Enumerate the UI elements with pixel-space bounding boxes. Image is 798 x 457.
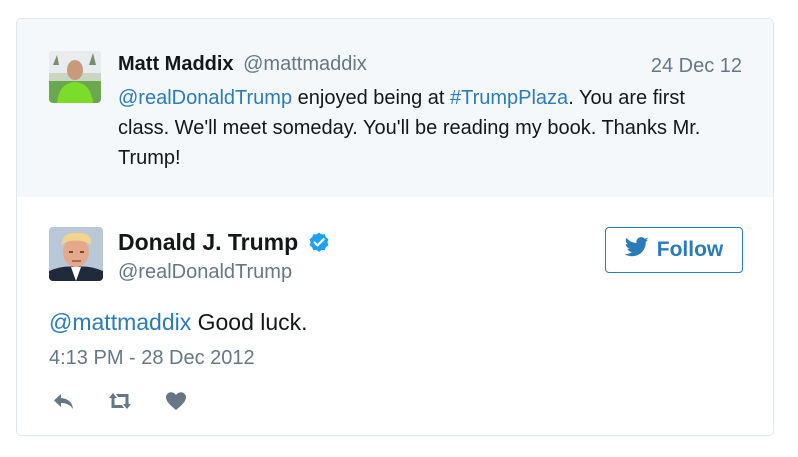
tweet-body: Good luck. — [191, 309, 308, 335]
avatar[interactable] — [49, 51, 101, 103]
tweet-text: @mattmaddix Good luck. — [49, 309, 308, 336]
tweet-author-handle[interactable]: @realDonaldTrump — [118, 261, 292, 284]
reply-date[interactable]: 24 Dec 12 — [651, 55, 742, 78]
reply-author-name[interactable]: Matt Maddix — [118, 53, 234, 75]
embedded-tweet-card: Matt Maddix @mattmaddix 24 Dec 12 @realD… — [16, 18, 774, 436]
tweet-actions — [49, 389, 191, 413]
in-reply-to-tweet[interactable]: Matt Maddix @mattmaddix 24 Dec 12 @realD… — [17, 19, 773, 197]
retweet-icon[interactable] — [105, 389, 135, 413]
avatar[interactable] — [49, 227, 103, 281]
like-heart-icon[interactable] — [161, 389, 191, 413]
reply-author-row: Matt Maddix @mattmaddix — [118, 53, 367, 76]
tweet-author-name[interactable]: Donald J. Trump — [118, 229, 298, 255]
tweet-author-row: Donald J. Trump — [118, 229, 331, 256]
twitter-bird-icon — [624, 237, 649, 263]
tweet-timestamp[interactable]: 4:13 PM - 28 Dec 2012 — [49, 347, 255, 370]
verified-badge-icon — [307, 231, 331, 255]
reply-icon[interactable] — [49, 389, 79, 413]
follow-label: Follow — [656, 238, 724, 261]
reply-author-handle[interactable]: @mattmaddix — [243, 53, 367, 75]
mention-link[interactable]: @realDonaldTrump — [118, 87, 292, 109]
reply-text: @realDonaldTrump enjoyed being at #Trump… — [118, 83, 738, 173]
mention-link[interactable]: @mattmaddix — [49, 309, 191, 335]
follow-button[interactable]: Follow — [605, 227, 743, 273]
hashtag-link[interactable]: #TrumpPlaza — [450, 87, 568, 109]
reply-text-part1: enjoyed being at — [292, 87, 450, 109]
